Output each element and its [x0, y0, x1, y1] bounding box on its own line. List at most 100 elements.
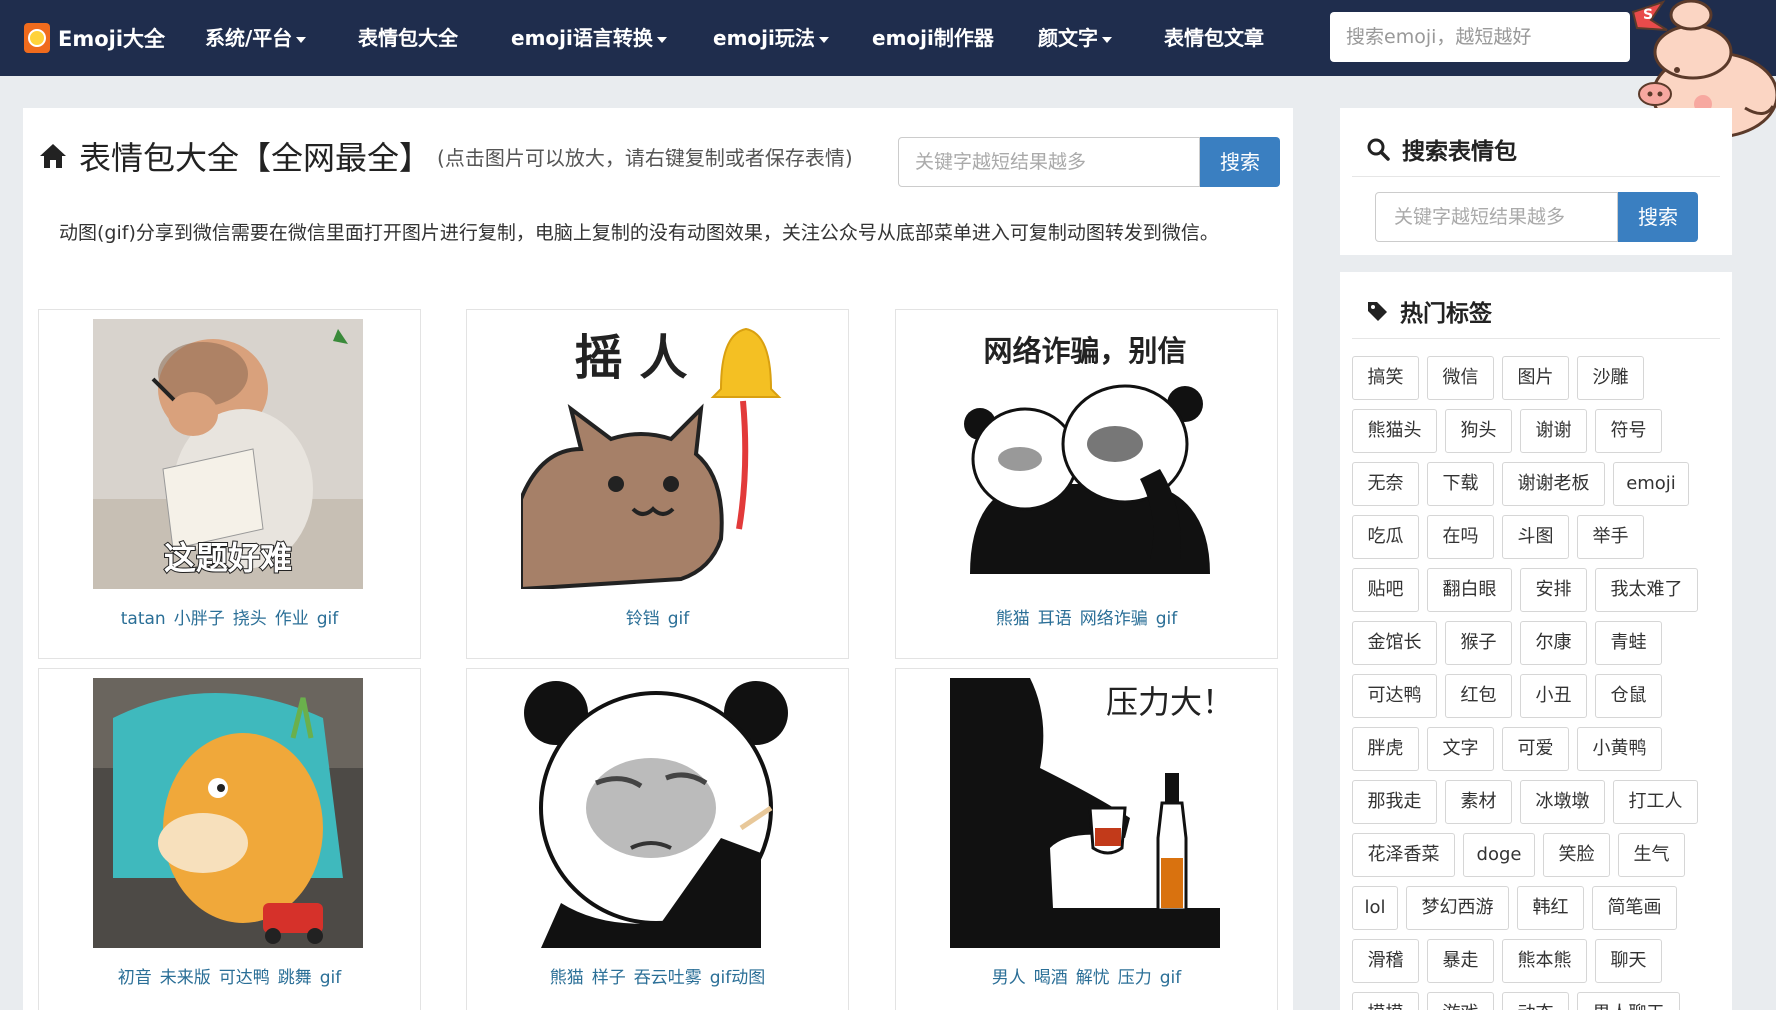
tag-link[interactable]: 作业 [275, 609, 309, 629]
hot-tag[interactable]: lol [1352, 886, 1398, 930]
hot-tag[interactable]: 可爱 [1502, 727, 1569, 771]
tag-link[interactable]: 网络诈骗 [1080, 609, 1148, 629]
hot-tag[interactable]: 那我走 [1352, 780, 1437, 824]
hot-tag[interactable]: 无奈 [1352, 462, 1419, 506]
hot-tag[interactable]: 在吗 [1427, 515, 1494, 559]
meme-image-man-drinking[interactable]: 压力大！ [950, 678, 1220, 948]
tag-link[interactable]: gif [317, 609, 339, 629]
hot-tag[interactable]: 暴走 [1427, 939, 1494, 983]
hot-tag[interactable]: 花泽香菜 [1352, 833, 1455, 877]
meme-image-cat-bell[interactable]: 摇 人 [521, 319, 791, 589]
nav-meme-articles[interactable]: 表情包文章 [1164, 22, 1264, 54]
hot-tag[interactable]: 微信 [1427, 356, 1494, 400]
hot-tag[interactable]: 熊本熊 [1502, 939, 1587, 983]
brand-link[interactable]: Emoji大全 [24, 22, 165, 54]
hot-tag[interactable]: 搞笑 [1352, 356, 1419, 400]
hot-tag[interactable]: 可达鸭 [1352, 674, 1437, 718]
hot-tag[interactable]: 冰墩墩 [1520, 780, 1605, 824]
hot-tag[interactable]: 金馆长 [1352, 621, 1437, 665]
tag-link[interactable]: gif [668, 609, 690, 629]
tag-link[interactable]: 喝酒 [1034, 968, 1068, 988]
tag-link[interactable]: 熊猫 [550, 968, 584, 988]
tag-link[interactable]: gif [1156, 609, 1178, 629]
tag-link[interactable]: 耳语 [1038, 609, 1072, 629]
hot-tag[interactable]: 谢谢老板 [1502, 462, 1605, 506]
tag-link[interactable]: 挠头 [233, 609, 267, 629]
nav-emoji-translate[interactable]: emoji语言转换 [511, 22, 667, 54]
navbar-search-input[interactable]: 搜索emoji，越短越好 [1330, 12, 1630, 62]
hot-tag[interactable]: 翻白眼 [1427, 568, 1512, 612]
meme-image-panda-whisper[interactable]: 网络诈骗，别信 [950, 319, 1220, 589]
meme-image-baby-homework[interactable]: 这题好难 [93, 319, 363, 589]
hot-tag[interactable]: 聊天 [1595, 939, 1662, 983]
hot-tag[interactable]: 吃瓜 [1352, 515, 1419, 559]
hot-tag[interactable]: 我太难了 [1595, 568, 1698, 612]
hot-tag[interactable]: 符号 [1595, 409, 1662, 453]
hot-tag[interactable]: 尔康 [1520, 621, 1587, 665]
nav-emoji-maker[interactable]: emoji制作器 [872, 22, 994, 54]
hot-tag[interactable]: 笑脸 [1543, 833, 1610, 877]
hot-tag[interactable]: 生气 [1618, 833, 1685, 877]
hot-tag[interactable]: 下载 [1427, 462, 1494, 506]
hot-tag[interactable]: 贴吧 [1352, 568, 1419, 612]
hot-tag[interactable]: 红包 [1445, 674, 1512, 718]
hot-tag[interactable]: 男人聊天 [1577, 992, 1680, 1010]
hot-tag[interactable]: 熊猫头 [1352, 409, 1437, 453]
sidebar-search-input[interactable]: 关键字越短结果越多 [1375, 192, 1618, 242]
meme-tile[interactable]: 网络诈骗，别信 熊猫 耳语 网络诈骗 gif [895, 309, 1278, 659]
sidebar-search-button[interactable]: 搜索 [1618, 192, 1698, 242]
tag-link[interactable]: 男人 [992, 968, 1026, 988]
meme-tile[interactable]: 初音 未来版 可达鸭 跳舞 gif [38, 668, 421, 1010]
tag-link[interactable]: 吞云吐雾 [634, 968, 702, 988]
hot-tag[interactable]: 斗图 [1502, 515, 1569, 559]
hot-tag[interactable]: 沙雕 [1577, 356, 1644, 400]
tag-link[interactable]: gif [1160, 968, 1182, 988]
hot-tag[interactable]: 狗头 [1445, 409, 1512, 453]
hot-tag[interactable]: 仓鼠 [1595, 674, 1662, 718]
hot-tag[interactable]: 文字 [1427, 727, 1494, 771]
hot-tag[interactable]: 打工人 [1613, 780, 1698, 824]
tag-link[interactable]: 熊猫 [996, 609, 1030, 629]
nav-emoji-play[interactable]: emoji玩法 [713, 22, 829, 54]
meme-tile[interactable]: 这题好难 tatan 小胖子 挠头 作业 gif [38, 309, 421, 659]
tag-link[interactable]: 跳舞 [278, 968, 312, 988]
nav-kaomoji[interactable]: 颜文字 [1038, 22, 1112, 54]
hot-tag[interactable]: 动态 [1502, 992, 1569, 1010]
hot-tag[interactable]: 梦幻西游 [1406, 886, 1509, 930]
hot-tag[interactable]: 韩红 [1517, 886, 1584, 930]
meme-tile[interactable]: 压力大！ 男人喝酒解忧压力 gif [895, 668, 1278, 1010]
hot-tag[interactable]: 摸摸 [1352, 992, 1419, 1010]
hot-tag[interactable]: 胖虎 [1352, 727, 1419, 771]
hot-tag[interactable]: 小黄鸭 [1577, 727, 1662, 771]
meme-image-psyduck-miku[interactable] [93, 678, 363, 948]
tag-link[interactable]: tatan [121, 609, 166, 629]
hot-tag[interactable]: 举手 [1577, 515, 1644, 559]
hot-tag[interactable]: 青蛙 [1595, 621, 1662, 665]
hot-tag[interactable]: 简笔画 [1592, 886, 1677, 930]
meme-tile[interactable]: 熊猫 样子 吞云吐雾 gif动图 [466, 668, 849, 1010]
hot-tag[interactable]: 游戏 [1427, 992, 1494, 1010]
tag-link[interactable]: 可达鸭 [219, 968, 270, 988]
hot-tag[interactable]: 图片 [1502, 356, 1569, 400]
hot-tag[interactable]: 滑稽 [1352, 939, 1419, 983]
main-search-button[interactable]: 搜索 [1200, 137, 1280, 187]
meme-tile[interactable]: 摇 人 铃铛 gif [466, 309, 849, 659]
tag-link[interactable]: 铃铛 [626, 609, 660, 629]
hot-tag[interactable]: 猴子 [1445, 621, 1512, 665]
tag-link[interactable]: 初音 [118, 968, 152, 988]
nav-meme-collection[interactable]: 表情包大全 [358, 22, 458, 54]
hot-tag[interactable]: doge [1463, 833, 1535, 877]
main-search-input[interactable]: 关键字越短结果越多 [898, 137, 1200, 187]
tag-link[interactable]: 小胖子 [174, 609, 225, 629]
meme-image-panda-smoking[interactable] [521, 678, 791, 948]
nav-system-platform[interactable]: 系统/平台 [205, 22, 307, 54]
hot-tag[interactable]: 谢谢 [1520, 409, 1587, 453]
hot-tag[interactable]: 安排 [1520, 568, 1587, 612]
tag-link[interactable]: gif动图 [710, 968, 766, 988]
hot-tag[interactable]: 小丑 [1520, 674, 1587, 718]
tag-link[interactable]: 未来版 [160, 968, 211, 988]
tag-link[interactable]: 样子 [592, 968, 626, 988]
tag-link[interactable]: 压力 [1118, 968, 1152, 988]
hot-tag[interactable]: emoji [1613, 462, 1689, 506]
tag-link[interactable]: 解忧 [1076, 968, 1110, 988]
